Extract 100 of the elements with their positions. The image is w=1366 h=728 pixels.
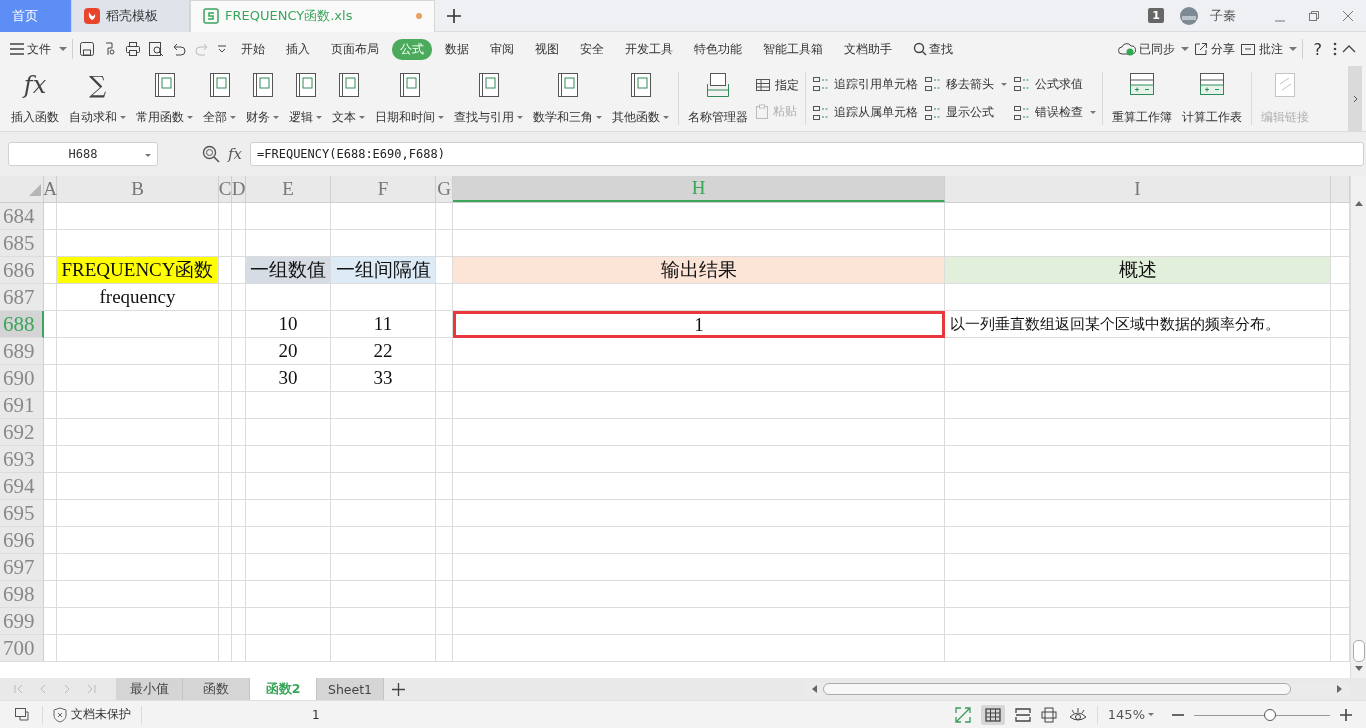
ribbon-button[interactable]: 公式求值 — [1013, 76, 1096, 93]
ribbon-button[interactable]: fx 插入函数 — [8, 66, 62, 131]
toolbar-action[interactable]: 分享 — [1193, 40, 1235, 58]
ribbon-tab[interactable]: 文档助手 — [836, 38, 900, 60]
scroll-down-icon[interactable] — [1354, 666, 1363, 672]
tray-icon — [706, 72, 730, 98]
scroll-left-icon[interactable] — [812, 685, 817, 693]
ribbon-tab[interactable]: 开始 — [233, 38, 273, 60]
toolbar-action[interactable]: 已同步 — [1117, 40, 1189, 58]
column-header[interactable]: D — [232, 176, 246, 202]
ribbon-button[interactable]: 财务 — [243, 66, 282, 131]
restore-icon[interactable] — [1308, 9, 1320, 22]
ribbon-tab[interactable]: 特色功能 — [686, 38, 750, 60]
undo-icon[interactable] — [171, 41, 187, 57]
document-tab[interactable]: 稻壳模板 — [72, 0, 190, 32]
table-cell — [436, 608, 453, 635]
search-button[interactable]: 查找 — [913, 40, 953, 58]
ribbon-button[interactable]: 指定 — [755, 77, 799, 93]
window-count-badge[interactable]: 1 — [1148, 8, 1164, 23]
calculator-sheet-icon — [1199, 72, 1225, 96]
ribbon-tab[interactable]: 插入 — [278, 38, 318, 60]
monitor-icon[interactable] — [14, 706, 32, 723]
table-cell — [219, 446, 232, 473]
ribbon-button[interactable]: 全部 — [200, 66, 239, 131]
sheet-tab[interactable]: Sheet1 — [317, 678, 384, 700]
scroll-right-icon[interactable] — [1337, 685, 1342, 693]
column-header[interactable]: C — [219, 176, 232, 202]
ribbon-button[interactable]: 数学和三角 — [530, 66, 605, 131]
eye-icon[interactable] — [1068, 706, 1087, 723]
print-icon[interactable] — [125, 41, 141, 57]
ribbon-tab[interactable]: 安全 — [572, 38, 612, 60]
help-button[interactable]: ? — [1313, 39, 1322, 59]
ribbon-tab[interactable]: 智能工具箱 — [755, 38, 831, 60]
book-icon — [294, 72, 317, 98]
more-icon[interactable] — [1333, 42, 1337, 56]
ribbon-tab[interactable]: 页面布局 — [323, 38, 387, 60]
column-header[interactable]: I — [945, 176, 1331, 202]
ribbon-button[interactable]: 重算工作簿 — [1109, 66, 1175, 131]
scroll-thumb[interactable] — [823, 683, 1291, 695]
name-box[interactable]: H688 — [8, 142, 158, 166]
ribbon-button[interactable]: ∑ 自动求和 — [66, 66, 129, 131]
column-header[interactable]: A — [44, 176, 57, 202]
ribbon-button[interactable]: 名称管理器 — [685, 66, 751, 131]
avatar-icon[interactable] — [1180, 6, 1198, 25]
formula-input[interactable]: =FREQUENCY(E688:E690,F688) — [250, 142, 1364, 166]
sheet-tab[interactable]: 函数 — [183, 678, 250, 700]
ribbon-button[interactable]: 常用函数 — [133, 66, 196, 131]
column-header[interactable]: E — [246, 176, 331, 202]
save-icon[interactable] — [79, 41, 95, 57]
ribbon-tab[interactable]: 审阅 — [482, 38, 522, 60]
ribbon-button[interactable]: 日期和时间 — [372, 66, 447, 131]
fullscreen-icon[interactable] — [954, 706, 971, 723]
collapse-icon[interactable] — [1342, 45, 1356, 53]
ribbon-button[interactable]: 文本 — [329, 66, 368, 131]
ribbon-button[interactable]: 其他函数 — [609, 66, 672, 131]
table-cell — [232, 500, 246, 527]
close-icon[interactable] — [1342, 9, 1354, 22]
new-tab-icon[interactable] — [447, 8, 461, 23]
ribbon-button[interactable]: 显示公式 — [924, 104, 1007, 121]
table-cell: FREQUENCY函数 — [57, 257, 219, 284]
ribbon-button[interactable]: 追踪从属单元格 — [812, 104, 918, 121]
add-sheet-icon[interactable] — [392, 682, 405, 696]
toolbar-action[interactable]: 批注 — [1239, 40, 1297, 58]
customize-icon[interactable] — [217, 44, 227, 54]
redo-icon — [194, 41, 210, 57]
table-cell — [232, 581, 246, 608]
insert-function-button[interactable]: fx — [228, 145, 242, 163]
ribbon-tab[interactable]: 视图 — [527, 38, 567, 60]
ribbon-button[interactable]: 逻辑 — [286, 66, 325, 131]
protection-status[interactable]: 文档未保护 — [53, 706, 131, 723]
scroll-thumb[interactable] — [1352, 640, 1365, 662]
slider-thumb[interactable] — [1264, 708, 1277, 721]
ribbon-button[interactable]: 计算工作表 — [1179, 66, 1245, 131]
ribbon-tab[interactable]: 开发工具 — [617, 38, 681, 60]
table-cell — [436, 392, 453, 419]
sheet-tab[interactable]: 最小值 — [116, 678, 183, 700]
trace-icon — [812, 76, 830, 93]
normal-view-button[interactable] — [980, 704, 1005, 725]
ribbon-button[interactable]: 追踪引用单元格 — [812, 76, 918, 93]
menu-icon[interactable] — [10, 43, 24, 55]
ribbon-tab[interactable]: 数据 — [437, 38, 477, 60]
zoom-level[interactable]: 145% — [1107, 707, 1154, 722]
vertical-scrollbar[interactable] — [1350, 176, 1366, 678]
scroll-up-icon[interactable] — [1354, 200, 1363, 206]
print-preview-icon[interactable] — [148, 41, 164, 57]
file-menu[interactable]: 文件 — [27, 40, 51, 58]
zoom-icon[interactable] — [202, 145, 220, 163]
crosshair-icon[interactable] — [1040, 706, 1059, 723]
zoom-in-icon[interactable] — [1340, 708, 1352, 721]
column-header[interactable]: F — [331, 176, 436, 202]
table-cell — [436, 527, 453, 554]
column-header[interactable]: B — [57, 176, 219, 202]
table-cell — [232, 635, 246, 662]
page-break-icon[interactable] — [1014, 707, 1031, 722]
ribbon-button[interactable]: 查找与引用 — [451, 66, 526, 131]
table-cell: 11 — [331, 311, 436, 338]
ribbon-button[interactable]: 移去箭头 — [924, 76, 1007, 93]
ribbon-button[interactable]: 错误检查 — [1013, 104, 1096, 121]
user-name[interactable]: 子秦 — [1210, 6, 1236, 25]
table-cell — [44, 527, 57, 554]
